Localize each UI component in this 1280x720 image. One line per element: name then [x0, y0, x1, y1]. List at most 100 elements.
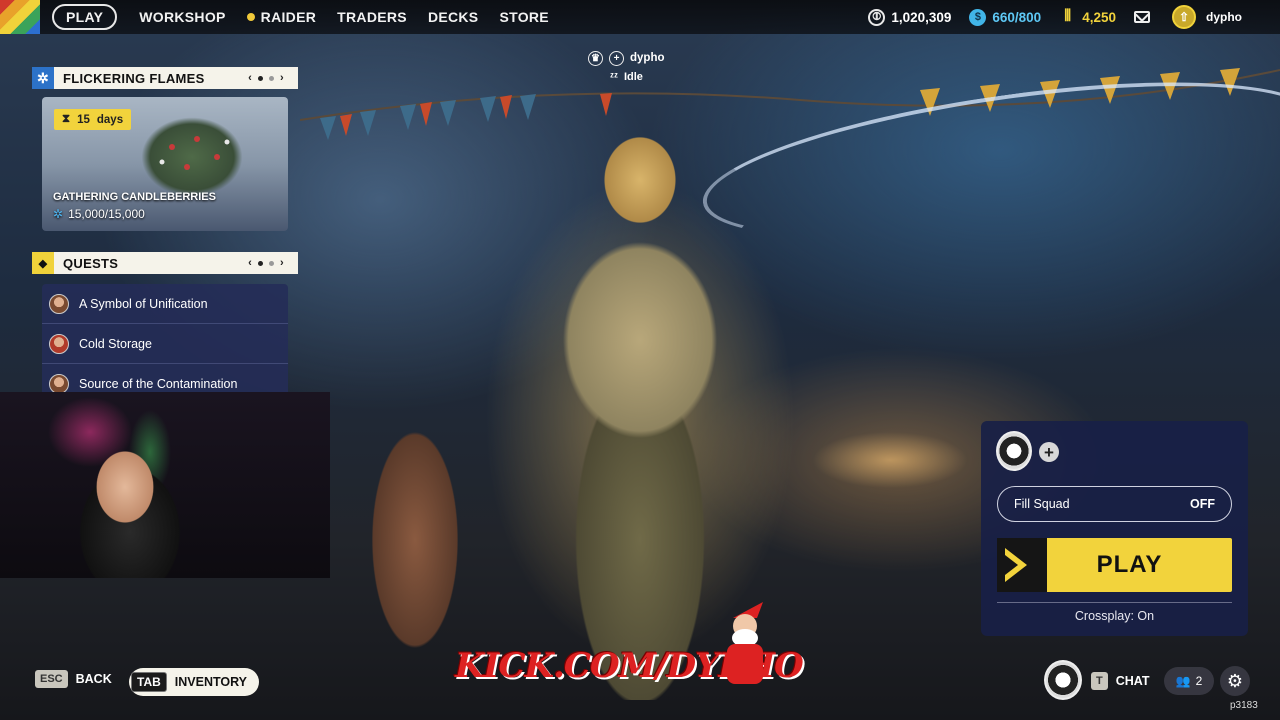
brand-stripe [0, 0, 40, 34]
nav-store-label: STORE [499, 9, 549, 25]
nav-decks-label: DECKS [427, 9, 479, 25]
mail-icon[interactable] [1134, 11, 1150, 23]
nav-play-label: PLAY [66, 9, 104, 25]
top-navigation-bar: PLAY WORKSHOP RAIDER TRADERS DECKS STORE… [0, 0, 1280, 34]
gear-icon: ✲ [32, 67, 54, 89]
event-progress: ✲ 15,000/15,000 [53, 207, 145, 221]
hourglass-icon: ⧗ [62, 113, 71, 125]
event-progress-value: 15,000/15,000 [68, 207, 145, 221]
build-id: p3183 [1230, 700, 1258, 711]
friends-icon: 👥 [1175, 674, 1191, 688]
quest-giver-avatar [49, 373, 69, 394]
back-label: BACK [75, 672, 112, 686]
candle-glow [780, 420, 1000, 500]
event-panel-header: ✲ FLICKERING FLAMES ‹ › [32, 67, 298, 89]
gear-icon[interactable]: ⚙ [1220, 666, 1250, 696]
gear-icon: ✲ [53, 207, 64, 221]
event-pager: ‹ › [248, 67, 284, 89]
event-panel-title: FLICKERING FLAMES [63, 70, 205, 86]
friends-button[interactable]: 👥 2 [1164, 667, 1214, 695]
play-button[interactable]: PLAY [997, 538, 1232, 592]
credits-balance: $ 660/800 [969, 8, 1042, 26]
candleberry-tree-image [159, 136, 230, 170]
add-squad-member-button[interactable]: + [1039, 442, 1059, 462]
play-button-label: PLAY [1096, 551, 1163, 578]
nav-raider[interactable]: RAIDER [246, 9, 337, 25]
profile-button[interactable]: ⇧ dypho [1172, 5, 1242, 29]
pager-dot[interactable] [269, 260, 275, 266]
tab-keycap: TAB [131, 672, 167, 692]
days-unit: days [96, 113, 124, 126]
quest-label: Source of the Contamination [79, 376, 238, 391]
nav-raider-label: RAIDER [260, 9, 317, 25]
santa-decoration [727, 602, 763, 684]
squad-leader-avatar[interactable] [996, 431, 1032, 471]
quest-item[interactable]: A Symbol of Unification [42, 284, 288, 324]
nav-traders[interactable]: TRADERS [337, 9, 428, 25]
days-remaining-badge: ⧗ 15 days [54, 109, 132, 130]
nav-workshop-label: WORKSHOP [139, 9, 226, 25]
chat-label: CHAT [1115, 674, 1150, 688]
nav-play[interactable]: PLAY [52, 4, 118, 30]
friends-count: 2 [1195, 674, 1203, 688]
candle-statue [350, 390, 480, 690]
raider-tokens-balance: ⦀ 4,250 [1059, 8, 1116, 26]
nav-store[interactable]: STORE [499, 9, 569, 25]
sleep-icon: ᶻᶻ [610, 71, 618, 83]
plus-icon[interactable]: + [609, 50, 624, 66]
nav-traders-label: TRADERS [337, 9, 407, 25]
nav-workshop[interactable]: WORKSHOP [139, 9, 246, 25]
event-card[interactable]: ⧗ 15 days GATHERING CANDLEBERRIES ✲ 15,0… [42, 97, 288, 231]
chevron-left-icon[interactable]: ‹ [248, 257, 252, 269]
esc-keycap: ESC [35, 670, 68, 688]
player-name: dypho [630, 52, 665, 64]
fill-squad-state: OFF [1190, 497, 1215, 511]
coins-balance: ⦷ 1,020,309 [868, 8, 952, 26]
raider-token-icon: ⦀ [1064, 8, 1072, 25]
notification-dot-icon [246, 13, 255, 21]
inventory-label: INVENTORY [174, 675, 248, 689]
quest-label: A Symbol of Unification [79, 296, 208, 311]
main-nav: PLAY WORKSHOP RAIDER TRADERS DECKS STORE [52, 0, 570, 34]
webcam-overlay [0, 392, 330, 578]
chat-button[interactable]: T CHAT [1091, 672, 1150, 690]
play-chevron-icon [997, 538, 1047, 592]
fill-squad-toggle[interactable]: Fill Squad OFF [997, 486, 1232, 522]
coin-icon: ⦷ [868, 8, 886, 26]
nav-decks[interactable]: DECKS [428, 9, 500, 25]
profile-username: dypho [1206, 10, 1242, 24]
quest-giver-avatar [49, 293, 69, 314]
fill-squad-label: Fill Squad [1014, 497, 1070, 511]
credits-icon: $ [969, 8, 987, 26]
pager-dot[interactable] [258, 75, 264, 81]
quests-panel-title: QUESTS [63, 255, 119, 271]
credits-value: 660/800 [992, 9, 1042, 25]
raider-tokens-value: 4,250 [1082, 9, 1116, 25]
t-keycap: T [1091, 672, 1108, 690]
pager-dot[interactable] [258, 260, 264, 266]
player-status: Idle [623, 71, 643, 83]
inventory-button[interactable]: TAB INVENTORY [129, 668, 260, 696]
quest-diamond-icon: ◆ [32, 252, 54, 274]
quest-label: Cold Storage [79, 336, 152, 351]
neon-ring-light [693, 52, 1280, 268]
crown-icon: ♛ [588, 50, 603, 66]
pager-dot[interactable] [269, 75, 275, 81]
quest-list: A Symbol of Unification Cold Storage Sou… [42, 284, 288, 404]
event-task-title: GATHERING CANDLEBERRIES [53, 191, 216, 203]
squad-panel: + Fill Squad OFF PLAY Crossplay: On [981, 421, 1248, 636]
quests-pager: ‹ › [248, 252, 284, 274]
party-avatar[interactable] [1044, 660, 1082, 700]
chevron-right-icon[interactable]: › [280, 72, 284, 84]
chevron-left-icon[interactable]: ‹ [248, 72, 252, 84]
crossplay-status: Crossplay: On [1074, 609, 1155, 623]
quests-panel-header: ◆ QUESTS ‹ › [32, 252, 298, 274]
back-button[interactable]: ESC BACK [35, 670, 112, 688]
player-name-tag: ♛ + dypho ᶻᶻ Idle [588, 50, 665, 88]
quest-giver-avatar [49, 333, 69, 354]
days-count: 15 [77, 113, 90, 126]
rank-badge-icon: ⇧ [1172, 5, 1196, 29]
quest-item[interactable]: Cold Storage [42, 324, 288, 364]
coins-value: 1,020,309 [891, 9, 952, 25]
chevron-right-icon[interactable]: › [280, 257, 284, 269]
